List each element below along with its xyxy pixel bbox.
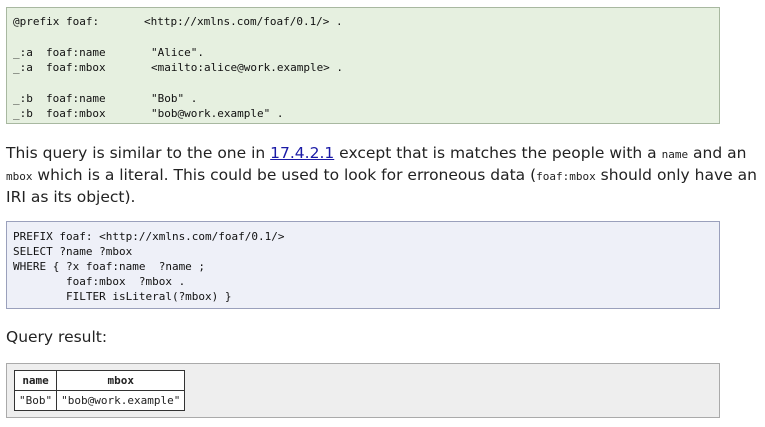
query-result-label: Query result: [6, 328, 108, 346]
section-link[interactable]: 17.4.2.1 [270, 144, 334, 162]
data-line-2-col3: "Alice". [151, 46, 204, 59]
para-text-4: which is a literal. This could be used t… [32, 166, 537, 184]
inline-code-name: name [661, 148, 689, 161]
data-line-4-col2: foaf:name [46, 92, 106, 105]
data-line-1-col3: <http://xmlns.com/foaf/0.1/> . [144, 15, 343, 28]
data-line-3-col3: <mailto:alice@work.example> . [151, 61, 344, 74]
table-row: "Bob" "bob@work.example" [13, 390, 186, 411]
query-line-1: PREFIX foaf: <http://xmlns.com/foaf/0.1/… [13, 230, 285, 243]
turtle-data-block: @prefix foaf: <http://xmlns.com/foaf/0.1… [6, 7, 720, 124]
query-result-block: name mbox "Bob" "bob@work.example" [6, 363, 720, 418]
para-text-1: This query is similar to the one in [6, 144, 271, 162]
description-paragraph: This query is similar to the one in 17.4… [6, 143, 762, 207]
para-text-3: and an [688, 144, 747, 162]
result-header-row: name mbox [13, 370, 186, 391]
data-line-5-col1: _:b [13, 107, 33, 120]
data-line-4-col1: _:b [13, 92, 33, 105]
query-line-4: foaf:mbox ?mbox . [13, 275, 186, 288]
column-header-mbox: mbox [56, 370, 186, 391]
para-text-2: except that is matches the people with a [334, 144, 662, 162]
query-line-5: FILTER isLiteral(?mbox) } [13, 290, 232, 303]
cell-name: "Bob" [13, 390, 58, 411]
data-line-3-col2: foaf:mbox [46, 61, 106, 74]
query-line-2: SELECT ?name ?mbox [13, 245, 133, 258]
cell-mbox: "bob@work.example" [56, 390, 186, 411]
sparql-query-block: PREFIX foaf: <http://xmlns.com/foaf/0.1/… [6, 221, 720, 309]
data-line-5-col3: "bob@work.example" . [151, 107, 284, 120]
inline-code-foaf-mbox: foaf:mbox [536, 170, 596, 183]
result-table: name mbox "Bob" "bob@work.example" [13, 370, 186, 411]
inline-code-mbox: mbox [6, 170, 33, 183]
data-line-1-col1: @prefix foaf: [13, 15, 100, 28]
query-line-3: WHERE { ?x foaf:name ?name ; [13, 260, 206, 273]
column-header-name: name [13, 370, 58, 391]
data-line-3-col1: _:a [13, 61, 33, 74]
data-line-4-col3: "Bob" . [151, 92, 198, 105]
data-line-2-col2: foaf:name [46, 46, 106, 59]
data-line-2-col1: _:a [13, 46, 33, 59]
data-line-5-col2: foaf:mbox [46, 107, 106, 120]
